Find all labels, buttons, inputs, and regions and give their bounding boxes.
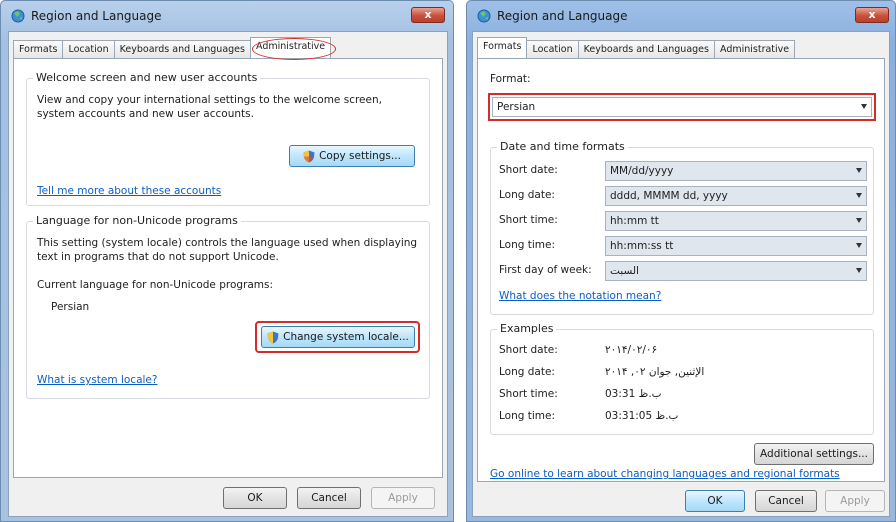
left-tab-formats[interactable]: Formats xyxy=(13,40,64,58)
examples-group: Examples Short date: ۲۰۱۴/۰۲/۰۶ Long dat… xyxy=(490,322,874,435)
short-date-select[interactable]: MM/dd/yyyy xyxy=(605,161,867,181)
copy-settings-label: Copy settings... xyxy=(319,150,401,162)
chevron-down-icon xyxy=(856,193,862,198)
right-window-title: Region and Language xyxy=(497,9,628,23)
short-date-value: MM/dd/yyyy xyxy=(610,165,674,177)
long-date-label: Long date: xyxy=(499,189,555,201)
format-label: Format: xyxy=(490,73,531,85)
right-tab-keyboards[interactable]: Keyboards and Languages xyxy=(577,40,715,58)
non-unicode-description: This setting (system locale) controls th… xyxy=(37,237,418,263)
example-long-time-value: 03:31:05 ب.ظ xyxy=(605,410,679,422)
right-tab-panel: Format: Persian Date and time formats Sh… xyxy=(477,58,885,482)
additional-settings-button[interactable]: Additional settings... xyxy=(754,443,874,465)
example-short-date-value: ۲۰۱۴/۰۲/۰۶ xyxy=(605,344,658,356)
tell-me-more-link[interactable]: Tell me more about these accounts xyxy=(37,185,221,197)
left-tab-location[interactable]: Location xyxy=(62,40,115,58)
chevron-down-icon xyxy=(856,168,862,173)
left-window-title: Region and Language xyxy=(31,9,162,23)
welcome-group-title: Welcome screen and new user accounts xyxy=(33,71,261,84)
welcome-group-description: View and copy your international setting… xyxy=(37,94,382,120)
left-dialog-window: Region and Language x Formats Location K… xyxy=(0,0,454,522)
left-close-button[interactable]: x xyxy=(411,7,445,23)
date-time-group-title: Date and time formats xyxy=(497,140,628,153)
globe-clock-icon xyxy=(477,9,491,23)
right-cancel-button[interactable]: Cancel xyxy=(755,490,817,512)
short-time-value: hh:mm tt xyxy=(610,215,659,227)
chevron-down-icon xyxy=(856,243,862,248)
left-client-area: Formats Location Keyboards and Languages… xyxy=(8,31,448,517)
example-short-time-value: 03:31 ب.ظ xyxy=(605,388,662,400)
notation-link[interactable]: What does the notation mean? xyxy=(499,290,661,302)
non-unicode-group-title: Language for non-Unicode programs xyxy=(33,214,241,227)
long-date-select[interactable]: dddd, MMMM dd, yyyy xyxy=(605,186,867,206)
globe-clock-icon xyxy=(11,9,25,23)
left-tab-panel: Welcome screen and new user accounts Vie… xyxy=(13,58,443,478)
short-date-label: Short date: xyxy=(499,164,558,176)
right-close-button[interactable]: x xyxy=(855,7,889,23)
short-time-select[interactable]: hh:mm tt xyxy=(605,211,867,231)
right-tab-formats[interactable]: Formats xyxy=(477,37,528,58)
left-title-bar[interactable]: Region and Language x xyxy=(1,1,453,29)
right-dialog-window: Region and Language x Formats Location K… xyxy=(466,0,896,522)
first-day-of-week-label: First day of week: xyxy=(499,264,592,276)
non-unicode-group: Language for non-Unicode programs This s… xyxy=(26,214,430,399)
date-time-formats-group: Date and time formats Short date: MM/dd/… xyxy=(490,140,874,315)
right-tab-strip: Formats Location Keyboards and Languages… xyxy=(477,37,796,58)
long-time-select[interactable]: hh:mm:ss tt xyxy=(605,236,867,256)
right-client-area: Formats Location Keyboards and Languages… xyxy=(472,31,890,517)
chevron-down-icon xyxy=(856,268,862,273)
change-locale-highlight xyxy=(255,321,420,353)
right-apply-button[interactable]: Apply xyxy=(825,490,885,512)
right-tab-administrative[interactable]: Administrative xyxy=(713,40,796,58)
short-time-label: Short time: xyxy=(499,214,558,226)
copy-settings-button[interactable]: Copy settings... xyxy=(289,145,415,167)
current-language-value: Persian xyxy=(51,301,90,313)
left-tab-keyboards[interactable]: Keyboards and Languages xyxy=(113,40,251,58)
long-date-value: dddd, MMMM dd, yyyy xyxy=(610,190,728,202)
what-is-system-locale-link[interactable]: What is system locale? xyxy=(37,374,157,386)
administrative-tab-highlight xyxy=(252,38,336,60)
example-short-date-label: Short date: xyxy=(499,344,558,356)
left-cancel-button[interactable]: Cancel xyxy=(297,487,361,509)
long-time-label: Long time: xyxy=(499,239,556,251)
right-tab-location[interactable]: Location xyxy=(526,40,579,58)
example-long-date-label: Long date: xyxy=(499,366,555,378)
uac-shield-icon xyxy=(303,150,315,162)
go-online-link[interactable]: Go online to learn about changing langua… xyxy=(490,468,840,480)
chevron-down-icon xyxy=(856,218,862,223)
left-apply-button[interactable]: Apply xyxy=(371,487,435,509)
long-time-value: hh:mm:ss tt xyxy=(610,240,674,252)
current-language-label: Current language for non-Unicode program… xyxy=(37,279,274,291)
example-long-time-label: Long time: xyxy=(499,410,556,422)
left-ok-button[interactable]: OK xyxy=(223,487,287,509)
format-select-highlight xyxy=(488,93,876,121)
example-short-time-label: Short time: xyxy=(499,388,558,400)
right-ok-button[interactable]: OK xyxy=(685,490,745,512)
right-title-bar[interactable]: Region and Language x xyxy=(467,1,895,29)
examples-group-title: Examples xyxy=(497,322,557,335)
first-day-of-week-select[interactable]: السبت xyxy=(605,261,867,281)
example-long-date-value: الإثنين, جوان ۰۲, ۲۰۱۴ xyxy=(605,366,705,378)
welcome-screen-group: Welcome screen and new user accounts Vie… xyxy=(26,71,430,206)
first-day-of-week-value: السبت xyxy=(610,265,639,277)
